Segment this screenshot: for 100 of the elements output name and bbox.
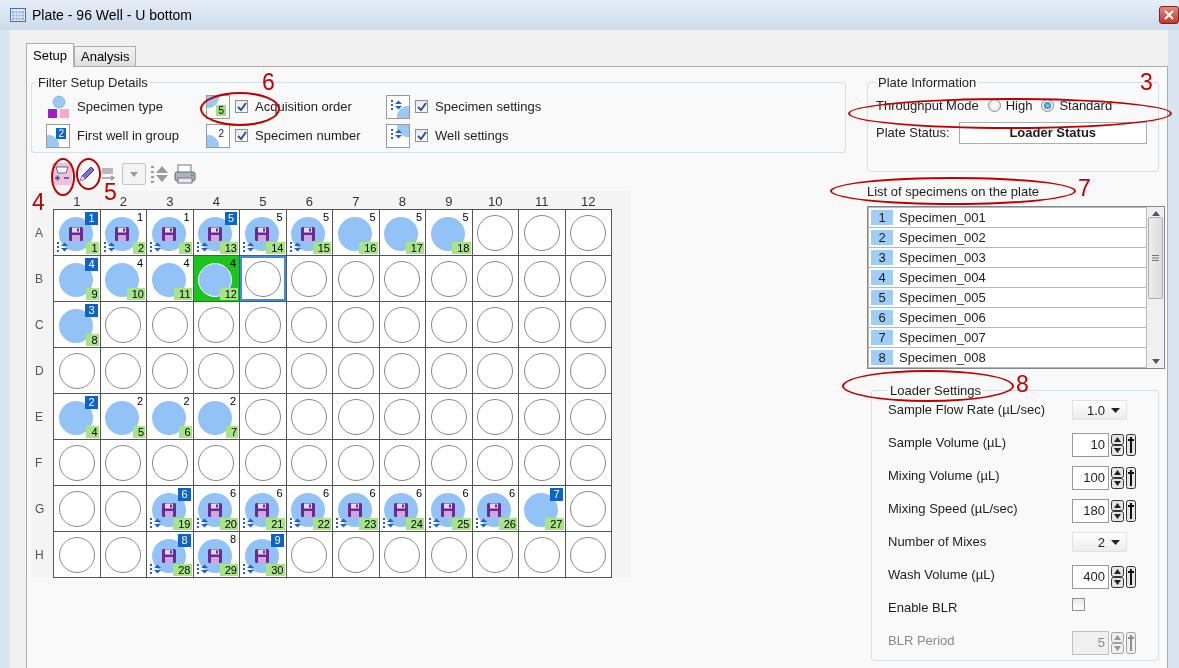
checkbox[interactable] <box>415 129 428 142</box>
number-field[interactable]: 180 <box>1072 499 1109 523</box>
plate-well[interactable]: 6 24 <box>379 486 425 531</box>
specimen-list-item[interactable]: 3 Specimen_003 <box>868 248 1147 268</box>
plate-well[interactable] <box>472 532 518 577</box>
plate-add-remove-icon[interactable] <box>52 163 72 185</box>
checkbox[interactable] <box>1072 598 1085 611</box>
up-down-icon[interactable] <box>150 163 170 185</box>
plate-well[interactable] <box>472 348 518 393</box>
plate-well[interactable] <box>379 532 425 577</box>
pin-icon[interactable] <box>1126 500 1136 522</box>
specimen-list-item[interactable]: 8 Specimen_008 <box>868 348 1147 368</box>
plate-well[interactable]: 2 6 <box>147 394 193 439</box>
scroll-thumb[interactable] <box>1148 216 1163 299</box>
plate-well[interactable] <box>565 210 611 255</box>
plate-well[interactable] <box>565 302 611 347</box>
plate-well[interactable]: 4 12 <box>193 256 239 301</box>
plate-well[interactable] <box>286 440 332 485</box>
plate-well[interactable] <box>100 486 146 531</box>
spin-arrows-icon[interactable] <box>1111 434 1124 456</box>
plate-well[interactable]: 5 15 <box>286 210 332 255</box>
plate-well[interactable]: 1 3 <box>147 210 193 255</box>
dropdown[interactable] <box>122 163 146 185</box>
printer-icon[interactable] <box>174 163 196 185</box>
plate-well[interactable]: 2 4 <box>54 394 100 439</box>
spin-arrows-icon[interactable] <box>1111 500 1124 522</box>
checkbox[interactable] <box>415 100 428 113</box>
plate-well[interactable] <box>472 210 518 255</box>
checkbox[interactable] <box>235 129 248 142</box>
plate-well[interactable] <box>565 440 611 485</box>
plate-well[interactable] <box>379 302 425 347</box>
plate-well[interactable]: 2 7 <box>193 394 239 439</box>
plate-well[interactable] <box>379 348 425 393</box>
plate-well[interactable]: 3 8 <box>54 302 100 347</box>
specimen-list-item[interactable]: 5 Specimen_005 <box>868 288 1147 308</box>
plate-well[interactable]: 6 22 <box>286 486 332 531</box>
plate-well[interactable] <box>472 256 518 301</box>
plate-well[interactable] <box>286 532 332 577</box>
pin-icon[interactable] <box>1126 566 1136 588</box>
plate-well[interactable] <box>565 256 611 301</box>
plate-well[interactable] <box>193 302 239 347</box>
scrollbar[interactable] <box>1147 207 1164 368</box>
plate-well[interactable]: 6 20 <box>193 486 239 531</box>
scroll-down-icon[interactable] <box>1151 359 1160 364</box>
plate-well[interactable]: 7 27 <box>519 486 565 531</box>
plate-well[interactable]: 4 10 <box>100 256 146 301</box>
plate-well[interactable] <box>286 394 332 439</box>
specimen-list-item[interactable]: 6 Specimen_006 <box>868 308 1147 328</box>
plate-well[interactable] <box>379 440 425 485</box>
plate-well[interactable] <box>193 440 239 485</box>
pin-icon[interactable] <box>1126 467 1136 489</box>
plate-well[interactable] <box>286 348 332 393</box>
spin-arrows-icon[interactable] <box>1111 566 1124 588</box>
plate-well[interactable]: 6 21 <box>240 486 286 531</box>
plate-well[interactable] <box>565 532 611 577</box>
plate-well[interactable]: 5 13 <box>193 210 239 255</box>
plate-well[interactable]: 6 23 <box>333 486 379 531</box>
checkbox[interactable] <box>235 100 248 113</box>
plate-well[interactable]: 9 30 <box>240 532 286 577</box>
plate-well[interactable]: 8 28 <box>147 532 193 577</box>
specimen-list-item[interactable]: 1 Specimen_001 <box>868 207 1147 228</box>
plate-well[interactable] <box>565 394 611 439</box>
plate-well[interactable] <box>100 532 146 577</box>
plate-well[interactable]: 5 16 <box>333 210 379 255</box>
specimen-list-item[interactable]: 7 Specimen_007 <box>868 328 1147 348</box>
plate-well[interactable]: 5 17 <box>379 210 425 255</box>
specimen-list-item[interactable]: 4 Specimen_004 <box>868 268 1147 288</box>
plate-well[interactable]: 5 14 <box>240 210 286 255</box>
plate-well[interactable] <box>100 302 146 347</box>
plate-well[interactable]: 6 19 <box>147 486 193 531</box>
pin-icon[interactable] <box>1126 434 1136 456</box>
plate-well[interactable]: 1 1 <box>54 210 100 255</box>
plate-well[interactable] <box>472 440 518 485</box>
close-button[interactable] <box>1159 6 1179 24</box>
plate-well[interactable]: 6 26 <box>472 486 518 531</box>
dropdown[interactable]: 1.0 <box>1072 400 1127 420</box>
tab[interactable]: Analysis <box>74 46 137 66</box>
plate-well[interactable] <box>472 394 518 439</box>
number-field[interactable]: 10 <box>1072 433 1109 457</box>
plate-well[interactable]: 4 9 <box>54 256 100 301</box>
plate-well[interactable] <box>100 440 146 485</box>
specimen-list-item[interactable]: 2 Specimen_002 <box>868 228 1147 248</box>
plate-well[interactable]: 4 11 <box>147 256 193 301</box>
plate-well[interactable] <box>379 256 425 301</box>
plate-well[interactable] <box>286 256 332 301</box>
number-field[interactable]: 100 <box>1072 466 1109 490</box>
plate-well[interactable] <box>379 394 425 439</box>
plate-well[interactable] <box>565 486 611 531</box>
plate-well[interactable] <box>286 302 332 347</box>
plate-well[interactable]: 1 2 <box>100 210 146 255</box>
plate-well[interactable] <box>100 348 146 393</box>
plate-well[interactable]: 6 25 <box>426 486 472 531</box>
number-field[interactable]: 400 <box>1072 565 1109 589</box>
plate-well[interactable]: 8 29 <box>193 532 239 577</box>
dropdown[interactable]: 2 <box>1072 532 1127 552</box>
plate-well[interactable] <box>472 302 518 347</box>
plate-well[interactable] <box>565 348 611 393</box>
plate-well[interactable]: 5 18 <box>426 210 472 255</box>
spin-arrows-icon[interactable] <box>1111 467 1124 489</box>
plate-well[interactable]: 2 5 <box>100 394 146 439</box>
